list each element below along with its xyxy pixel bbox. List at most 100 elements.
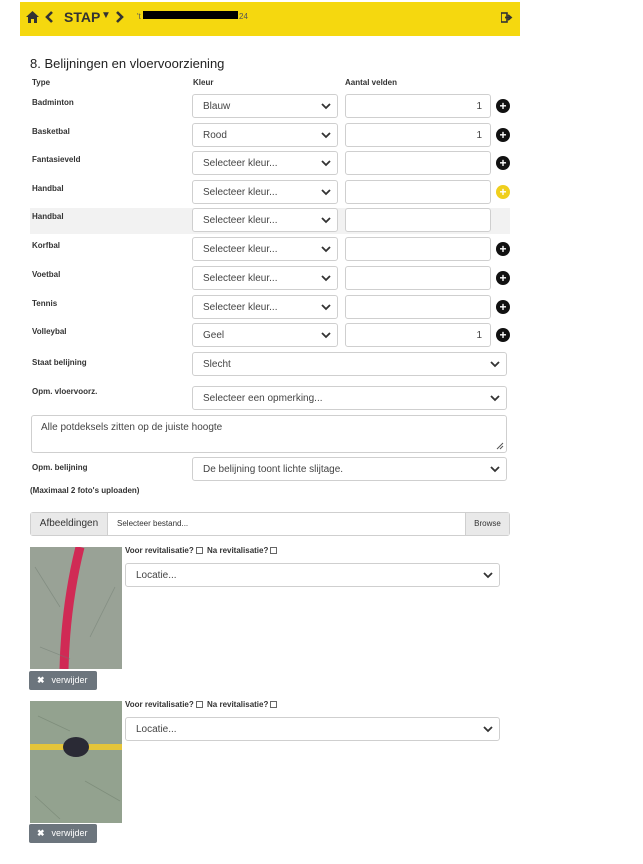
revitalisatie-options: Voor revitalisatie? Na revitalisatie? [125, 700, 279, 709]
color-select[interactable]: Selecteer kleur... [192, 237, 338, 261]
breadcrumb-prefix: 't [137, 12, 141, 21]
color-select[interactable]: Geel [192, 323, 338, 347]
vloervoorz-select[interactable]: Selecteer een opmerking... [192, 386, 507, 410]
field-count-input[interactable]: 1 [345, 123, 491, 147]
chevron-down-icon [483, 726, 493, 733]
field-count-input[interactable] [345, 295, 491, 319]
file-upload[interactable]: Afbeeldingen Selecteer bestand... Browse [30, 512, 510, 536]
photo-thumbnail [30, 701, 122, 823]
redacted-block [143, 11, 238, 19]
field-count-input[interactable]: 1 [345, 323, 491, 347]
caret-down-icon[interactable]: ▼ [101, 10, 111, 21]
field-count-input[interactable]: 1 [345, 94, 491, 118]
location-value: Locatie... [136, 570, 177, 581]
line-type-row: Handbal Selecteer kleur... + [30, 180, 510, 206]
staat-belijning-label: Staat belijning [32, 358, 87, 367]
color-value: Selecteer kleur... [203, 158, 278, 169]
resize-handle-icon[interactable] [496, 442, 504, 450]
line-type-row: Badminton Blauw 1 + [30, 94, 510, 120]
line-type-label: Korfbal [32, 241, 60, 250]
color-select[interactable]: Selecteer kleur... [192, 180, 338, 204]
field-count-input[interactable] [345, 237, 491, 261]
staat-belijning-select[interactable]: Slecht [192, 352, 507, 376]
line-type-label: Tennis [32, 299, 58, 308]
chevron-left-icon[interactable] [45, 10, 54, 26]
na-revitalisatie-label: Na revitalisatie? [207, 546, 269, 555]
location-select[interactable]: Locatie... [125, 563, 500, 587]
chevron-down-icon [321, 304, 331, 311]
add-row-icon[interactable]: + [496, 300, 510, 314]
field-count-input[interactable] [345, 208, 491, 232]
color-value: Geel [203, 330, 225, 341]
color-select[interactable]: Blauw [192, 94, 338, 118]
na-revitalisatie-checkbox[interactable] [270, 701, 278, 708]
logout-icon[interactable] [500, 10, 513, 26]
color-value: Blauw [203, 101, 231, 112]
delete-photo-button[interactable]: ✖ verwijder [29, 824, 97, 843]
staat-belijning-value: Slecht [203, 359, 231, 370]
revitalisatie-options: Voor revitalisatie? Na revitalisatie? [125, 546, 279, 555]
close-icon: ✖ [37, 828, 45, 838]
add-row-icon[interactable]: + [496, 242, 510, 256]
upload-note: (Maximaal 2 foto's uploaden) [30, 486, 140, 495]
add-row-icon[interactable]: + [496, 328, 510, 342]
line-type-label: Volleybal [32, 327, 67, 336]
voor-revitalisatie-checkbox[interactable] [195, 701, 203, 708]
add-row-icon[interactable]: + [496, 185, 510, 199]
line-type-label: Voetbal [32, 270, 61, 279]
field-count-input[interactable] [345, 266, 491, 290]
na-revitalisatie-label: Na revitalisatie? [207, 700, 269, 709]
line-type-label: Handbal [32, 184, 64, 193]
chevron-down-icon [490, 466, 500, 473]
chevron-down-icon [321, 217, 331, 224]
browse-button[interactable]: Browse [465, 513, 509, 535]
close-icon: ✖ [37, 675, 45, 685]
belijning-select[interactable]: De belijning toont lichte slijtage. [192, 457, 507, 481]
vloervoorz-label: Opm. vloervoorz. [32, 387, 98, 396]
chevron-down-icon [490, 361, 500, 368]
chevron-down-icon [490, 395, 500, 402]
add-row-icon[interactable]: + [496, 156, 510, 170]
section-title: 8. Belijningen en vloervoorziening [30, 56, 225, 71]
add-row-icon[interactable]: + [496, 128, 510, 142]
vloervoorz-note-textarea[interactable]: Alle potdeksels zitten op de juiste hoog… [31, 415, 507, 453]
color-select[interactable]: Rood [192, 123, 338, 147]
add-row-icon[interactable]: + [496, 271, 510, 285]
chevron-right-icon[interactable] [115, 10, 124, 26]
column-header-fields: Aantal velden [345, 78, 398, 87]
line-type-label: Fantasieveld [32, 155, 81, 164]
file-placeholder[interactable]: Selecteer bestand... [117, 519, 188, 528]
vloervoorz-value: Selecteer een opmerking... [203, 393, 323, 404]
color-value: Selecteer kleur... [203, 215, 278, 226]
color-select[interactable]: Selecteer kleur... [192, 295, 338, 319]
belijning-value: De belijning toont lichte slijtage. [203, 464, 344, 475]
voor-revitalisatie-checkbox[interactable] [195, 547, 203, 554]
field-count-input[interactable] [345, 151, 491, 175]
location-value: Locatie... [136, 724, 177, 735]
line-type-row: Tennis Selecteer kleur... + [30, 295, 510, 321]
vloervoorz-note-text: Alle potdeksels zitten op de juiste hoog… [41, 422, 223, 433]
line-type-label: Handbal [32, 212, 64, 221]
belijning-label: Opm. belijning [32, 463, 88, 472]
na-revitalisatie-checkbox[interactable] [270, 547, 278, 554]
add-row-icon[interactable]: + [496, 99, 510, 113]
color-value: Selecteer kleur... [203, 273, 278, 284]
delete-label: verwijder [51, 675, 88, 685]
chevron-down-icon [483, 572, 493, 579]
voor-revitalisatie-label: Voor revitalisatie? [125, 546, 194, 555]
stap-label[interactable]: STAP [64, 9, 100, 25]
color-select[interactable]: Selecteer kleur... [192, 151, 338, 175]
line-type-label: Basketbal [32, 127, 70, 136]
chevron-down-icon [321, 246, 331, 253]
column-header-color: Kleur [193, 78, 214, 87]
chevron-down-icon [321, 160, 331, 167]
color-select[interactable]: Selecteer kleur... [192, 266, 338, 290]
line-type-row: Fantasieveld Selecteer kleur... + [30, 151, 510, 177]
column-header-type: Type [32, 78, 51, 87]
location-select[interactable]: Locatie... [125, 717, 500, 741]
home-icon[interactable] [26, 10, 39, 26]
field-count-input[interactable] [345, 180, 491, 204]
color-select[interactable]: Selecteer kleur... [192, 208, 338, 232]
color-value: Selecteer kleur... [203, 244, 278, 255]
delete-photo-button[interactable]: ✖ verwijder [29, 671, 97, 690]
